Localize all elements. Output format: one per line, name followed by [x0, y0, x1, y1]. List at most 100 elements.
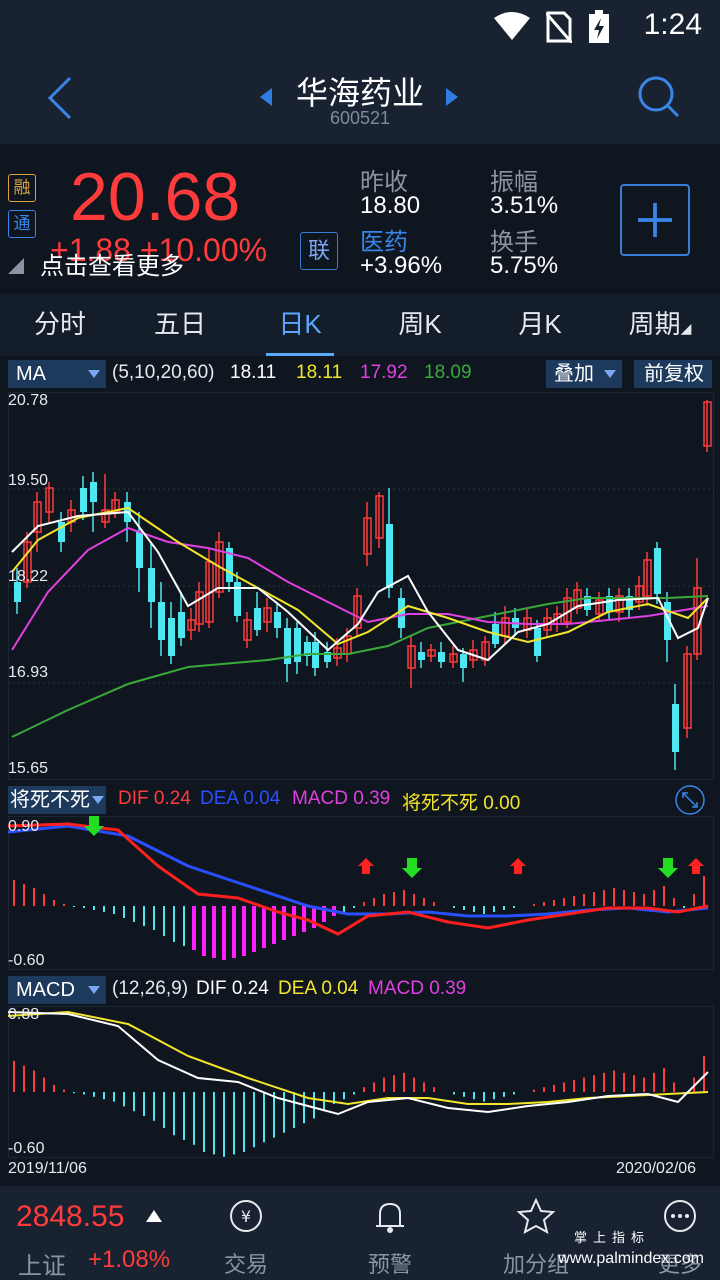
candle	[407, 636, 416, 688]
signal-dif-label: DIF	[118, 788, 149, 809]
signal-macd-label: MACD	[292, 788, 348, 809]
adjust-button[interactable]: 前复权	[634, 360, 712, 388]
prev-close-value: 18.80	[360, 192, 421, 219]
signal-select-label: 将死不死	[10, 789, 90, 811]
macd-chart[interactable]	[8, 1006, 714, 1158]
ma10-line	[11, 506, 709, 646]
candle	[80, 476, 87, 520]
buy-arrow-icon	[688, 858, 704, 874]
candle	[195, 582, 204, 632]
candle	[606, 588, 613, 620]
buy-arrow-icon	[358, 858, 374, 874]
sector-value: +3.96%	[360, 252, 443, 279]
status-icons	[494, 10, 610, 44]
macd-indicator-select[interactable]: MACD	[8, 976, 106, 1004]
signal-histogram	[13, 876, 705, 960]
quote-panel[interactable]: 融 通 20.68 +1.88 +10.00% 点击查看更多 联 昨收 18.8…	[0, 144, 720, 294]
tab-monthly-k[interactable]: 月K	[480, 294, 600, 356]
macd-dea-value: 0.04	[321, 978, 359, 999]
sell-arrow-icon	[658, 858, 678, 878]
ma10-value: 18.11	[296, 362, 343, 383]
macd-axis-top: 0.88	[8, 1006, 40, 1023]
candle	[243, 612, 252, 648]
tab-weekly-k[interactable]: 周K	[360, 294, 480, 356]
watermark: www.palmindex.com	[558, 1250, 704, 1267]
signal-axis-bottom: -0.60	[8, 952, 45, 969]
nav-trade[interactable]: ¥ 交易	[196, 1196, 296, 1279]
ma-params: (5,10,20,60)	[112, 362, 215, 383]
add-watchlist-button[interactable]	[620, 184, 690, 256]
dropdown-caret-icon	[88, 986, 100, 994]
ma20-line	[11, 526, 709, 651]
signal-indicator-select[interactable]: 将死不死	[8, 786, 106, 814]
candle	[101, 474, 110, 528]
tab-period[interactable]: 周期◢	[600, 294, 720, 356]
tab-five-day[interactable]: 五日	[120, 294, 240, 356]
period-tabs: 分时 五日 日K 周K 月K 周期◢	[0, 294, 720, 356]
turnover-value: 5.75%	[490, 252, 559, 279]
wifi-icon	[494, 12, 530, 40]
price-axis-3: 18.22	[8, 568, 49, 585]
chart-area[interactable]: MA (5,10,20,60) 18.11 18.11 17.92 18.09 …	[0, 356, 720, 1186]
macd-macd-label: MACD	[368, 978, 424, 999]
candle	[449, 646, 458, 668]
index-value[interactable]: 2848.55	[16, 1200, 124, 1234]
candle	[626, 588, 633, 618]
view-more-hint[interactable]: 点击查看更多	[40, 246, 184, 281]
signal-chart[interactable]	[8, 816, 714, 970]
nav-trade-label: 交易	[223, 1252, 268, 1277]
candle	[654, 542, 661, 604]
last-price: 20.68	[70, 159, 241, 235]
candle	[274, 602, 281, 638]
related-button[interactable]: 联	[300, 232, 338, 270]
tab-intraday[interactable]: 分时	[0, 294, 120, 356]
nav-alert[interactable]: 预警	[340, 1196, 440, 1279]
more-icon	[664, 1200, 696, 1232]
macd-dea: DEA 0.04	[278, 978, 358, 1000]
macd-params: (12,26,9)	[112, 978, 189, 999]
signal-dea: DEA 0.04	[200, 788, 280, 810]
battery-charging-icon	[589, 10, 609, 43]
macd-macd: MACD 0.39	[368, 978, 466, 1000]
candle	[672, 684, 679, 770]
star-icon	[516, 1197, 556, 1234]
dropdown-caret-icon	[92, 796, 104, 804]
search-icon[interactable]	[636, 72, 680, 120]
candle	[615, 588, 624, 622]
macd-dea-label: DEA	[278, 978, 317, 999]
dropdown-caret-icon	[88, 370, 100, 378]
watermark-cn: 掌上指标	[573, 1230, 650, 1245]
candles-group	[14, 400, 712, 770]
stock-header: 华海药业 600521	[0, 52, 720, 144]
candle	[168, 602, 175, 664]
signal-arrows	[84, 816, 704, 878]
amplitude-value: 3.51%	[490, 192, 559, 219]
margin-badge: 融	[8, 174, 36, 202]
tab-daily-k[interactable]: 日K	[240, 294, 360, 356]
candlestick-chart[interactable]	[8, 392, 714, 780]
macd-dif-label: DIF	[196, 978, 227, 999]
ma5-value: 18.11	[230, 362, 277, 383]
expand-icon[interactable]	[674, 784, 706, 816]
sell-arrow-icon	[402, 858, 422, 878]
candle	[234, 572, 241, 622]
macd-dif: DIF 0.24	[196, 978, 269, 1000]
candle	[438, 642, 445, 668]
tab-period-label: 周期	[628, 309, 681, 339]
price-axis-max: 20.78	[8, 392, 49, 409]
corner-triangle-icon	[8, 258, 24, 274]
up-arrow-icon	[146, 1210, 162, 1222]
candle	[481, 636, 490, 666]
signal-dif: DIF 0.24	[118, 788, 191, 810]
bottom-bar: 2848.55 上证 +1.08% ¥ 交易 预警 加分组 更多 掌上指标 ww…	[0, 1186, 720, 1280]
ma60-value: 18.09	[424, 362, 472, 383]
overlay-select[interactable]: 叠加	[546, 360, 622, 388]
candle	[427, 644, 436, 662]
index-name: 上证	[18, 1253, 66, 1280]
index-change: +1.08%	[88, 1246, 171, 1273]
candle	[187, 608, 196, 640]
signal-dea-label: DEA	[200, 788, 239, 809]
ma-indicator-select[interactable]: MA	[8, 360, 106, 388]
signal-dif-line	[8, 822, 709, 936]
next-stock-icon[interactable]	[446, 88, 458, 106]
